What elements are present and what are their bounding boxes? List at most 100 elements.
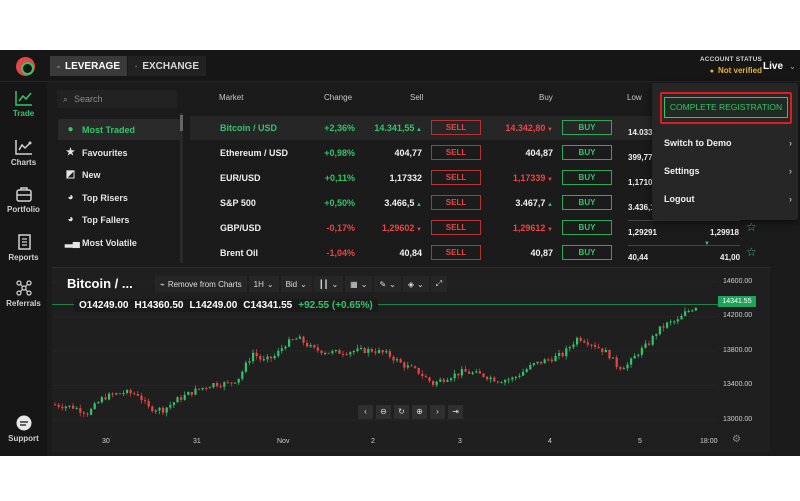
candle-body — [482, 373, 485, 377]
x-axis-label: Nov — [277, 438, 290, 445]
category-favourites[interactable]: ★ Favourites — [58, 142, 180, 163]
low-value: 40,44 — [628, 253, 649, 262]
candle-body — [457, 373, 460, 376]
candle-body — [673, 321, 676, 323]
table-row[interactable]: S&P 500 +0,50% 3.466,5 ▲ SELL 3.467,7 ▲ … — [190, 191, 654, 215]
chevron-right-icon: › — [789, 138, 792, 148]
candle-body — [626, 364, 629, 369]
candle-body — [291, 339, 294, 341]
drawing-tools-button[interactable]: ✎ ⌄ — [374, 276, 401, 292]
category-most-traded[interactable]: ● Most Traded — [58, 119, 180, 140]
interval-value: 1H — [253, 279, 264, 289]
buy-button[interactable]: BUY — [562, 245, 612, 260]
sidebar-item-reports[interactable]: Reports — [0, 234, 47, 262]
candle-body — [176, 397, 179, 403]
chart-type-button[interactable]: ┃┃ ⌄ — [313, 276, 344, 292]
candle-body — [500, 382, 503, 384]
candle-body — [288, 339, 291, 347]
sell-button[interactable]: SELL — [431, 170, 481, 185]
line-chart-icon — [57, 65, 60, 68]
account-mode[interactable]: Live — [763, 61, 783, 72]
sidebar-item-support[interactable]: Support — [0, 415, 47, 443]
account-dropdown-menu: COMPLETE REGISTRATION Switch to Demo › Se… — [652, 83, 798, 220]
market-table-header: Market Change Sell Buy Low — [0, 93, 650, 107]
remove-from-charts-button[interactable]: ⌁ Remove from Charts — [155, 276, 247, 292]
category-top-fallers[interactable]: ◕ Top Fallers — [58, 209, 180, 230]
candle-body — [255, 352, 258, 357]
sell-button[interactable]: SELL — [431, 120, 481, 135]
sell-button[interactable]: SELL — [431, 220, 481, 235]
ohlc-readout: O14249.00 H14360.50 L14249.00 C14341.55 … — [74, 299, 378, 312]
menu-item-logout[interactable]: Logout › — [664, 194, 794, 204]
candle-body — [140, 395, 143, 401]
candle-body — [414, 366, 417, 368]
price-type-value: Bid — [285, 279, 298, 289]
candle-body — [439, 379, 442, 382]
complete-registration-button[interactable]: COMPLETE REGISTRATION — [664, 97, 788, 118]
menu-item-switch-to-demo[interactable]: Switch to Demo › — [664, 138, 794, 148]
sell-button[interactable]: SELL — [431, 195, 481, 210]
sidebar-item-referrals[interactable]: Referrals — [0, 280, 47, 308]
sell-button[interactable]: SELL — [431, 245, 481, 260]
candle-body — [334, 350, 337, 352]
low-value: 14.033, — [628, 128, 655, 137]
scroll-to-end-button[interactable]: ⇥ — [448, 405, 463, 419]
low-value: 1,29291 — [628, 228, 657, 237]
zoom-out-button[interactable]: ⊖ — [376, 405, 391, 419]
indicators-button[interactable]: ▦ ⌄ — [345, 276, 373, 292]
price-type-select[interactable]: Bid ⌄ — [280, 276, 312, 292]
sell-price-group: 14.341,55 ▲ — [360, 123, 422, 133]
buy-button[interactable]: BUY — [562, 170, 612, 185]
candle-body — [392, 356, 395, 361]
interval-select[interactable]: 1H ⌄ — [248, 276, 279, 292]
market-change: +0,50% — [324, 198, 355, 208]
candle-body — [194, 388, 197, 395]
fullscreen-button[interactable]: ⤢ — [430, 276, 448, 292]
buy-button[interactable]: BUY — [562, 145, 612, 160]
candle-body — [169, 404, 172, 408]
category-most-volatile[interactable]: ▂▄ Most Volatile — [58, 232, 180, 253]
category-top-risers[interactable]: ◕ Top Risers — [58, 187, 180, 208]
buy-button[interactable]: BUY — [562, 120, 612, 135]
favourite-star-icon[interactable]: ☆ — [746, 220, 757, 234]
table-row[interactable]: Bitcoin / USD +2,36% 14.341,55 ▲ SELL 14… — [190, 116, 654, 140]
layers-button[interactable]: ◈ ⌄ — [402, 276, 429, 292]
exchange-tab[interactable]: EXCHANGE — [128, 56, 206, 76]
header-low: Low — [627, 93, 642, 102]
buy-price: 1,17339 — [512, 173, 546, 183]
zoom-in-button[interactable]: ⊕ — [412, 405, 427, 419]
leverage-tab[interactable]: LEVERAGE — [50, 56, 127, 76]
header-buy: Buy — [539, 93, 553, 102]
sidebar-item-charts[interactable]: Charts — [0, 139, 47, 167]
table-row[interactable]: Brent Oil -1,04% 40,84 SELL 40,87 BUY — [190, 241, 654, 265]
candlestick-chart[interactable] — [52, 268, 770, 453]
category-new[interactable]: ◩ New — [58, 164, 180, 185]
candle-body — [644, 343, 647, 348]
account-status[interactable]: ACCOUNT STATUS Not verified — [672, 56, 762, 75]
new-icon: ◩ — [65, 169, 76, 180]
candle-body — [640, 347, 643, 355]
sell-button[interactable]: SELL — [431, 145, 481, 160]
table-row[interactable]: Ethereum / USD +0,98% 404,77 SELL 404,87… — [190, 141, 654, 165]
favourite-star-icon[interactable]: ☆ — [746, 245, 757, 259]
high-label: H — [134, 300, 142, 311]
scroll-right-button[interactable]: › — [430, 405, 445, 419]
y-axis-label: 13400.00 — [723, 381, 753, 388]
brand-logo — [16, 57, 35, 76]
category-scrollbar[interactable] — [180, 113, 183, 263]
chart-settings-icon[interactable]: ⚙ — [732, 434, 741, 445]
sell-price: 14.341,55 — [374, 123, 415, 133]
sidebar-item-portfolio[interactable]: Portfolio — [0, 186, 47, 214]
volatility-icon: ▂▄ — [65, 237, 80, 248]
reset-button[interactable]: ↻ — [394, 405, 409, 419]
table-row[interactable]: EUR/USD +0,11% 1,17332 SELL 1,17339 ▼ BU… — [190, 166, 654, 190]
candle-body — [662, 326, 665, 328]
table-row[interactable]: GBP/USD -0,17% 1,29602 ▼ SELL 1,29612 ▼ … — [190, 216, 654, 240]
scroll-left-button[interactable]: ‹ — [358, 405, 373, 419]
buy-button[interactable]: BUY — [562, 195, 612, 210]
buy-button[interactable]: BUY — [562, 220, 612, 235]
candle-body — [295, 338, 298, 340]
menu-item-settings[interactable]: Settings › — [664, 166, 794, 176]
candle-body — [565, 348, 568, 357]
chevron-down-icon[interactable]: ⌄ — [789, 62, 796, 71]
